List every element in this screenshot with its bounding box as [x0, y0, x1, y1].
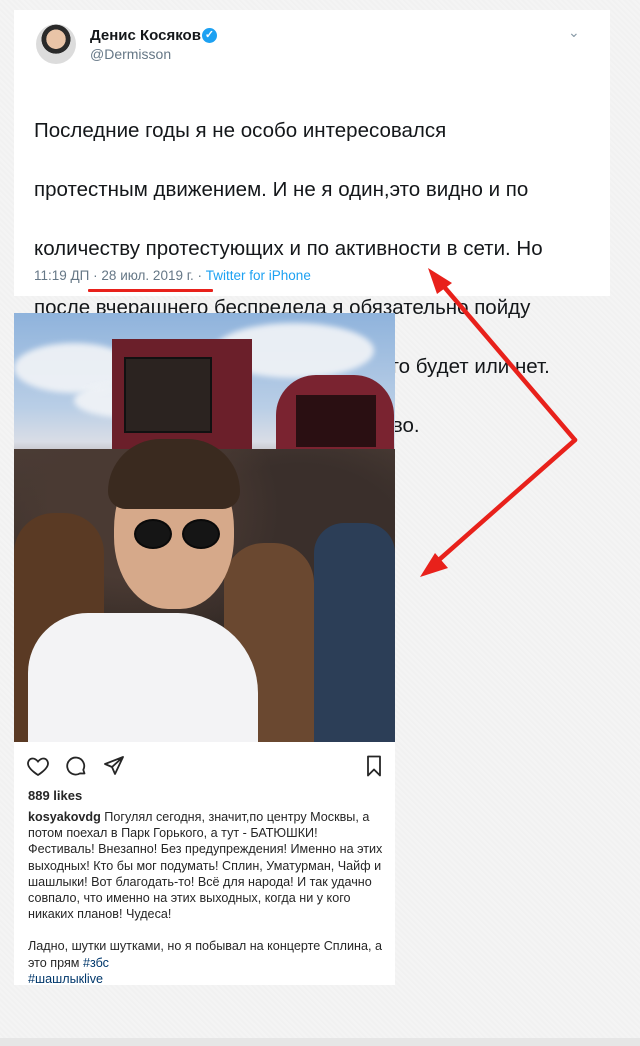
tweet-meta: 11:19 ДП · 28 июл. 2019 г. · Twitter for… [34, 268, 311, 283]
tweet-time[interactable]: 11:19 ДП [34, 268, 89, 283]
post-photo[interactable] [14, 313, 395, 742]
caption-username[interactable]: kosyakovdg [28, 810, 101, 824]
hashtag-link[interactable]: #збс [83, 956, 109, 970]
tweet-source-link[interactable]: Twitter for iPhone [206, 268, 311, 283]
verified-check-icon: ✓ [202, 28, 217, 43]
caption-text: Ладно, шутки шутками, но я побывал на ко… [28, 939, 382, 970]
tweet-handle[interactable]: @Dermisson [90, 46, 171, 62]
likes-count[interactable]: 889 likes [28, 788, 82, 803]
comment-icon[interactable] [64, 754, 88, 778]
tweet-date[interactable]: 28 июл. 2019 г. [101, 268, 193, 283]
tweet-card: Денис Косяков ✓ @Dermisson ⌄ Последние г… [14, 10, 610, 437]
share-icon[interactable] [102, 754, 126, 778]
tweet-text-line: протестным движением. И не я один,это ви… [34, 177, 529, 201]
tweet-author-name[interactable]: Денис Косяков [90, 27, 201, 44]
tweet-text-line: количеству протестующих и по активности … [34, 236, 543, 260]
post-actions [24, 754, 386, 780]
arrowhead-icon [420, 553, 448, 577]
page-divider [0, 1038, 640, 1046]
avatar[interactable] [36, 24, 76, 64]
instagram-post: 889 likes kosyakovdg Погулял сегодня, зн… [14, 313, 395, 987]
meta-separator: · [93, 268, 98, 283]
caption-text: Погулял сегодня, значит,по центру Москвы… [28, 810, 383, 922]
heart-icon[interactable] [26, 754, 50, 778]
hashtag-link[interactable]: #шашлыкlive [28, 972, 103, 986]
bookmark-icon[interactable] [362, 754, 386, 778]
meta-separator: · [197, 268, 203, 283]
date-underline-annotation [88, 289, 213, 292]
tweet-text-line: Последние годы я не особо интересовался [34, 118, 447, 142]
chevron-down-icon[interactable]: ⌄ [568, 24, 580, 41]
post-caption: kosyakovdg Погулял сегодня, значит,по це… [28, 809, 386, 987]
